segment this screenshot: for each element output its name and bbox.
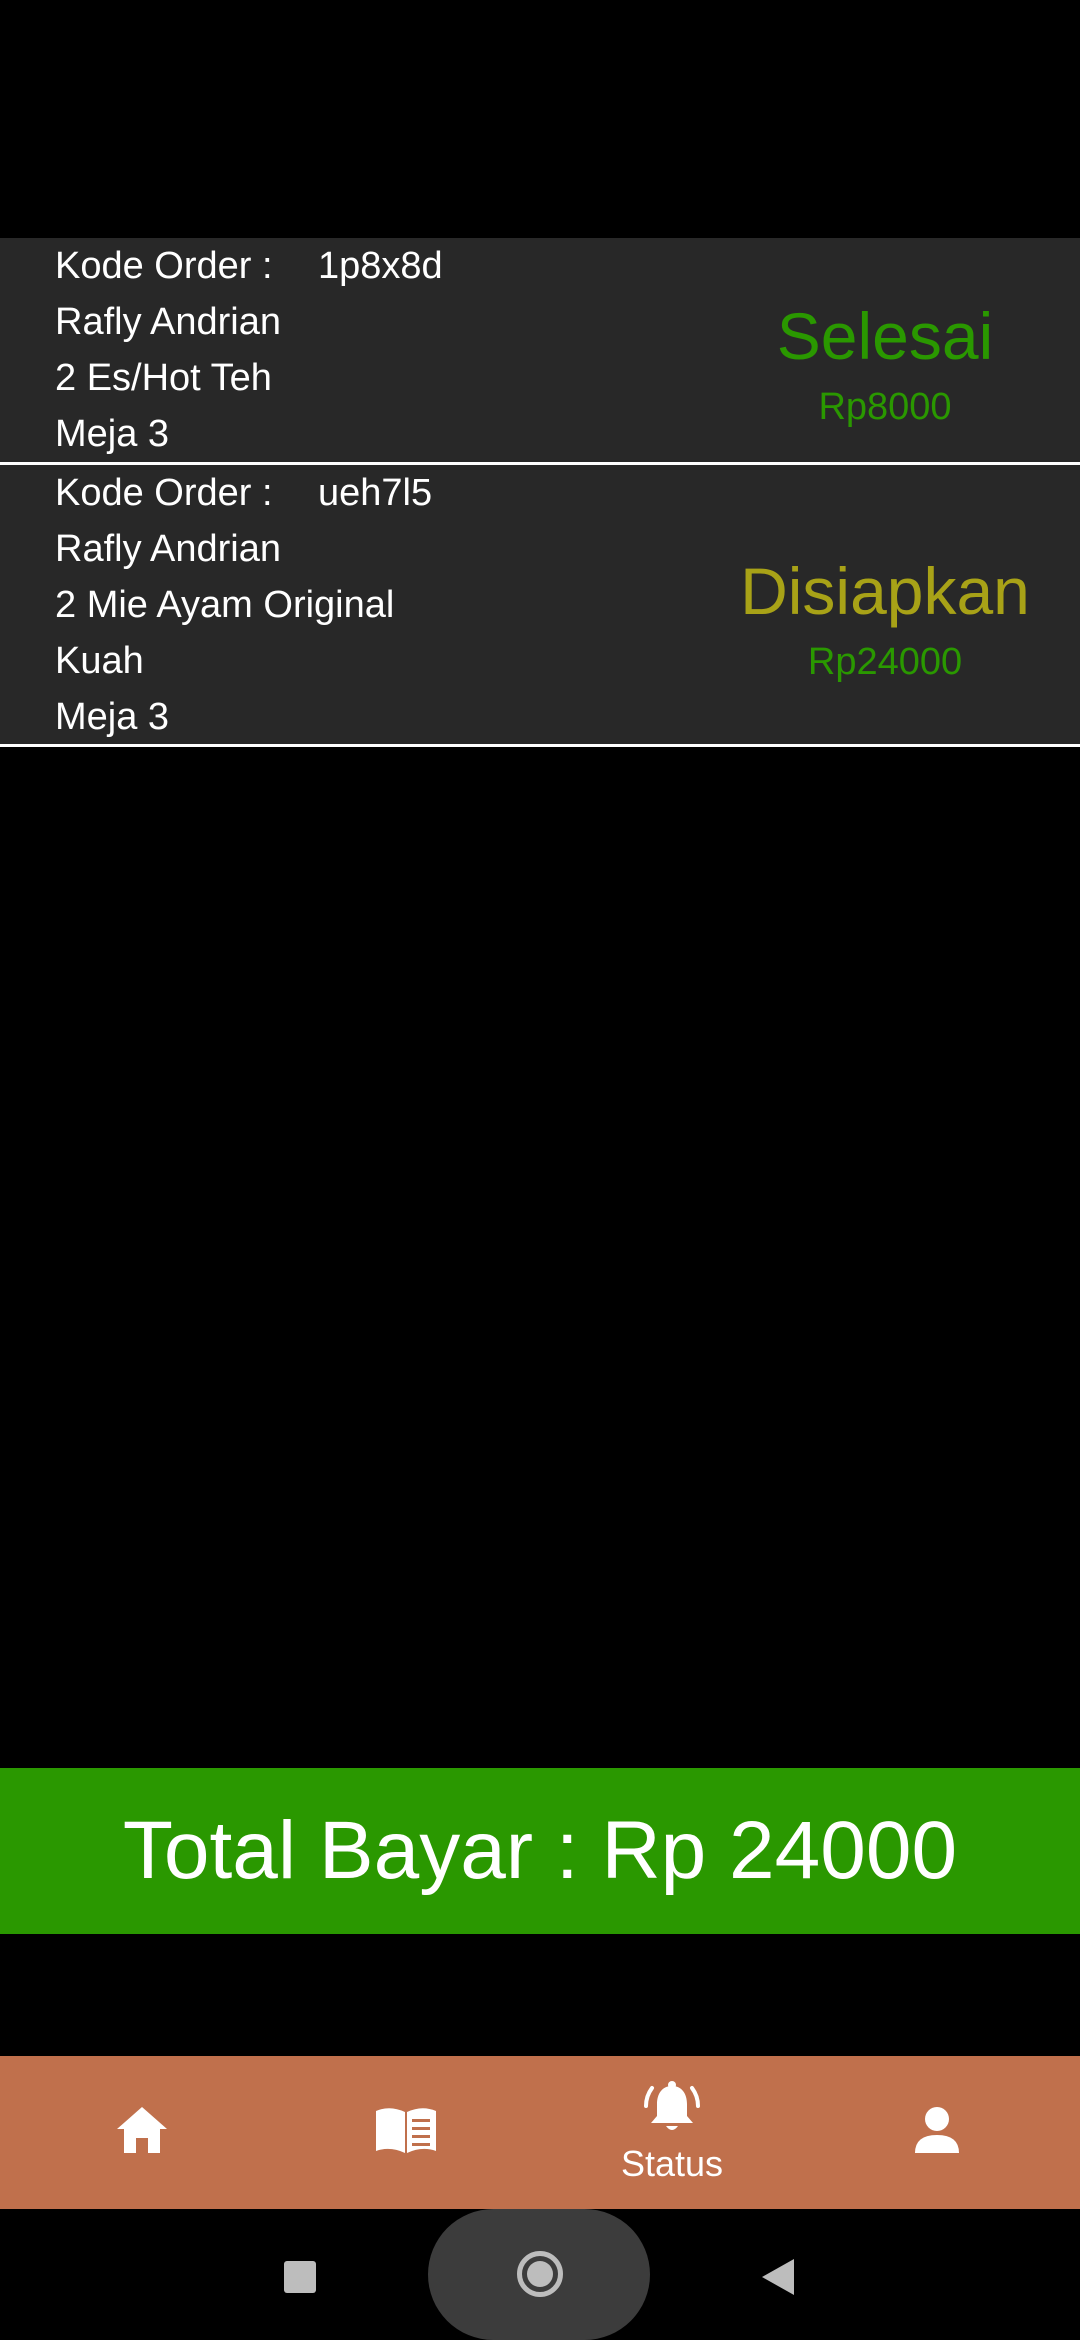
order-code-label: Kode Order : xyxy=(55,245,273,287)
bottom-navigation: Status xyxy=(0,2056,1080,2209)
bell-icon xyxy=(642,2080,702,2141)
home-icon xyxy=(114,2104,170,2161)
order-price: Rp24000 xyxy=(807,641,963,683)
order-item: 2 Mie Ayam Original xyxy=(55,584,395,626)
system-home-button[interactable] xyxy=(428,2209,650,2340)
order-status: Selesai Rp8000 xyxy=(705,298,1065,432)
order-details: Kode Order : 1p8x8d Rafly Andrian 2 Es/Ho… xyxy=(55,238,443,462)
person-icon xyxy=(912,2105,962,2160)
nav-home[interactable] xyxy=(42,2056,242,2209)
status-label: Selesai xyxy=(776,299,994,373)
nav-menu[interactable] xyxy=(306,2056,506,2209)
order-price: Rp8000 xyxy=(818,386,952,428)
order-code-value: 1p8x8d xyxy=(318,245,443,287)
order-item-detail: Kuah xyxy=(55,640,144,682)
back-icon[interactable] xyxy=(760,2257,796,2297)
total-payment-bar[interactable]: Total Bayar : Rp 24000 xyxy=(0,1768,1080,1934)
recent-apps-icon[interactable] xyxy=(284,2261,316,2293)
order-details: Kode Order : ueh7l5 Rafly Andrian 2 Mie A… xyxy=(55,465,432,745)
nav-status-label: Status xyxy=(620,2143,724,2184)
order-code-value: ueh7l5 xyxy=(318,472,433,514)
order-code-label: Kode Order : xyxy=(55,472,273,514)
order-card[interactable]: Kode Order : 1p8x8d Rafly Andrian 2 Es/Ho… xyxy=(0,238,1080,465)
order-card[interactable]: Kode Order : ueh7l5 Rafly Andrian 2 Mie A… xyxy=(0,465,1080,747)
system-navigation-bar xyxy=(0,2209,1080,2340)
order-item: 2 Es/Hot Teh xyxy=(55,357,272,399)
status-label: Disiapkan xyxy=(740,554,1030,628)
nav-status[interactable]: Status xyxy=(572,2056,772,2209)
screen: Kode Order : 1p8x8d Rafly Andrian 2 Es/Ho… xyxy=(0,0,1080,2340)
customer-name: Rafly Andrian xyxy=(55,301,282,343)
order-code-row: Kode Order : 1p8x8d xyxy=(55,238,443,294)
table-number: Meja 3 xyxy=(55,413,170,455)
nav-profile[interactable] xyxy=(837,2056,1037,2209)
order-code-row: Kode Order : ueh7l5 xyxy=(55,465,432,521)
table-number: Meja 3 xyxy=(55,696,170,738)
home-dot-icon xyxy=(527,2261,553,2287)
order-status: Disiapkan Rp24000 xyxy=(705,553,1065,687)
customer-name: Rafly Andrian xyxy=(55,528,282,570)
total-payment-label: Total Bayar : Rp 24000 xyxy=(122,1805,958,1896)
book-icon xyxy=(374,2105,438,2160)
